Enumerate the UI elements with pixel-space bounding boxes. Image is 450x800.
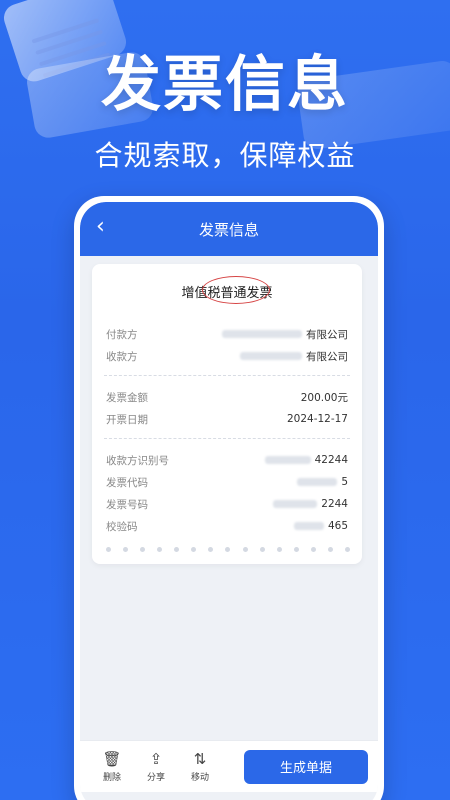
trash-icon: 🗑 [102,750,122,768]
date-label: 开票日期 [106,413,148,426]
check-value: 465 [327,520,348,532]
back-arrow-icon[interactable]: ‹ [96,214,105,239]
taxid-row: 收款方识别号 42244 [104,449,350,471]
divider [104,438,350,439]
share-icon: ⇪ [149,750,163,768]
move-button[interactable]: ⇅ 移动 [178,750,222,783]
amount-row: 发票金额 200.00元 [104,386,350,408]
nav-bar: ‹ 发票信息 [80,202,378,256]
blurred-text [273,500,318,508]
payee-row: 收款方 有限公司 [104,345,350,367]
invoice-title: 增值税普通发票 [104,276,350,304]
delete-button[interactable]: 🗑 删除 [90,750,134,783]
code-label: 发票代码 [106,476,148,489]
perforation-dots [106,547,350,552]
blurred-text [240,352,302,360]
number-value: 2244 [321,498,348,510]
invoice-card: 增值税普通发票 付款方 有限公司 收款方 有限公司 发票金额 200.00元 开… [92,264,362,564]
date-value: 2024-12-17 [286,413,348,425]
move-icon: ⇅ [193,750,207,768]
stamp-circle [202,276,270,304]
banner-subline: 合规索取，保障权益 [94,139,356,172]
page-title: 发票信息 [198,220,259,239]
taxid-value: 42244 [314,454,348,466]
banner-headline: 发票信息 [101,50,349,120]
check-row: 校验码 465 [104,515,350,537]
amount-value: 200.00元 [300,391,348,404]
code-value: 5 [341,476,348,488]
number-row: 发票号码 2244 [104,493,350,515]
payer-row: 付款方 有限公司 [104,323,350,345]
payee-value: 有限公司 [306,350,348,363]
share-button[interactable]: ⇪ 分享 [134,750,178,783]
taxid-label: 收款方识别号 [106,454,169,467]
bottom-toolbar: 🗑 删除 ⇪ 分享 ⇅ 移动 生成单据 [80,740,378,792]
check-label: 校验码 [106,520,138,533]
phone-frame: ‹ 发票信息 增值税普通发票 付款方 有限公司 收款方 有限公司 发票金额 20… [74,196,384,800]
code-row: 发票代码 5 [104,471,350,493]
blurred-text [222,330,302,338]
blurred-text [297,478,338,486]
number-label: 发票号码 [106,498,148,511]
generate-receipt-button[interactable]: 生成单据 [244,749,368,784]
payee-label: 收款方 [106,350,138,363]
payer-label: 付款方 [106,328,138,341]
blurred-text [264,456,311,464]
payer-value: 有限公司 [306,328,348,341]
divider [104,375,350,376]
date-row: 开票日期 2024-12-17 [104,408,350,430]
blurred-text [293,522,324,530]
amount-label: 发票金额 [106,391,148,404]
app-screen: ‹ 发票信息 增值税普通发票 付款方 有限公司 收款方 有限公司 发票金额 20… [80,202,378,800]
